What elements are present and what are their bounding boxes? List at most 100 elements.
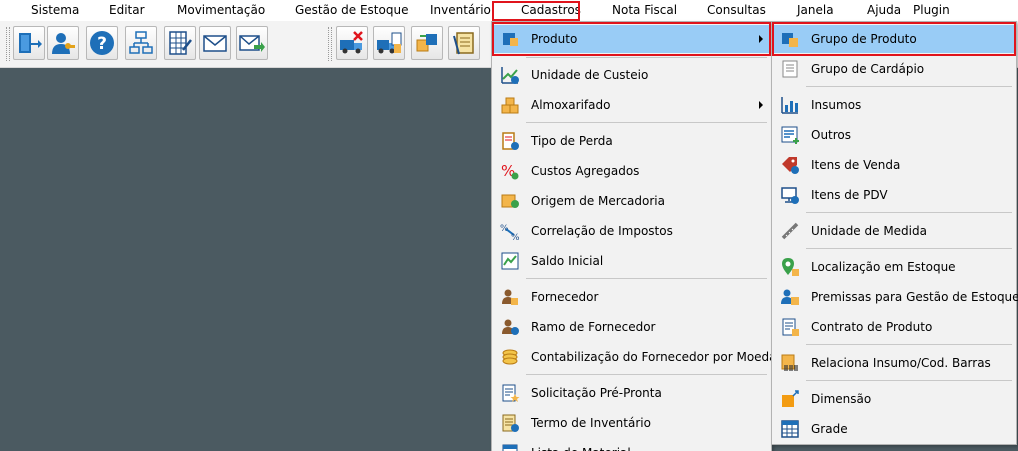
menu-item-saldo-inicial[interactable]: Saldo Inicial bbox=[494, 247, 769, 275]
menu-item-correlacao-de-impostos[interactable]: %% Correlação de Impostos bbox=[494, 217, 769, 245]
svg-text:%: % bbox=[511, 233, 520, 241]
user-key-button[interactable] bbox=[47, 26, 79, 60]
svg-text:?: ? bbox=[97, 34, 107, 54]
submenu-item-grupo-de-cardapio[interactable]: Grupo de Cardápio bbox=[774, 55, 1014, 83]
org-chart-button[interactable] bbox=[125, 26, 157, 60]
tax-correlation-icon: %% bbox=[500, 224, 520, 241]
submenu-item-label: Premissas para Gestão de Estoque bbox=[811, 290, 1018, 304]
menu-sistema[interactable]: Sistema bbox=[31, 0, 79, 21]
truck-cancel-icon bbox=[340, 31, 363, 54]
submenu-item-itens-de-pdv[interactable]: Itens de PDV bbox=[774, 181, 1014, 209]
menu-item-contabilizacao-fornecedor-moeda[interactable]: Contabilização do Fornecedor por Moeda bbox=[494, 343, 777, 371]
menu-item-custos-agregados[interactable]: % Custos Agregados bbox=[494, 157, 769, 185]
supplier-branch-icon bbox=[502, 319, 519, 335]
supplier-icon bbox=[502, 289, 518, 305]
inventory-term-icon bbox=[502, 414, 519, 432]
exit-button[interactable] bbox=[13, 26, 45, 60]
menu-item-tipo-de-perda[interactable]: Tipo de Perda bbox=[494, 127, 769, 155]
request-doc-icon bbox=[502, 384, 520, 402]
transfer-box-button[interactable] bbox=[411, 26, 443, 60]
menu-item-ramo-de-fornecedor[interactable]: Ramo de Fornecedor bbox=[494, 313, 769, 341]
menu-item-produto[interactable]: Produto bbox=[494, 25, 769, 53]
menu-item-unidade-de-custeio[interactable]: Unidade de Custeio bbox=[494, 61, 769, 89]
submenu-item-unidade-de-medida[interactable]: Unidade de Medida bbox=[774, 217, 1014, 245]
submenu-item-label: Unidade de Medida bbox=[811, 224, 927, 238]
toolbar-grip-2[interactable] bbox=[328, 27, 332, 61]
submenu-item-premissas-gestao-estoque[interactable]: Premissas para Gestão de Estoque bbox=[774, 283, 1018, 311]
menu-editar[interactable]: Editar bbox=[109, 0, 145, 21]
exit-icon bbox=[19, 33, 42, 53]
submenu-item-insumos[interactable]: Insumos bbox=[774, 91, 1014, 119]
menu-ajuda[interactable]: Ajuda bbox=[867, 0, 901, 21]
truck-cancel-button[interactable] bbox=[336, 26, 368, 60]
menu-plugin[interactable]: Plugin bbox=[913, 0, 950, 21]
envelope-button[interactable] bbox=[199, 26, 231, 60]
help-button[interactable]: ? bbox=[86, 26, 118, 60]
envelope-send-button[interactable] bbox=[236, 26, 268, 60]
org-chart-icon bbox=[129, 31, 153, 54]
submenu-item-label: Grupo de Produto bbox=[811, 32, 917, 46]
menu-gestao-de-estoque[interactable]: Gestão de Estoque bbox=[295, 0, 408, 21]
menu-item-label: Tipo de Perda bbox=[531, 134, 613, 148]
menu-item-label: Custos Agregados bbox=[531, 164, 640, 178]
menu-separator bbox=[806, 212, 1012, 213]
submenu-item-grade[interactable]: Grade bbox=[774, 415, 1014, 443]
contract-doc-icon bbox=[782, 318, 799, 336]
others-list-icon bbox=[781, 126, 799, 144]
submenu-item-itens-de-venda[interactable]: Itens de Venda bbox=[774, 151, 1014, 179]
spreadsheet-button[interactable] bbox=[164, 26, 196, 60]
submenu-arrow-icon bbox=[759, 101, 763, 109]
warehouse-boxes-icon bbox=[501, 97, 519, 114]
product-box-icon bbox=[503, 33, 518, 46]
transfer-box-icon bbox=[416, 34, 437, 52]
menu-separator bbox=[806, 86, 1012, 87]
submenu-item-label: Localização em Estoque bbox=[811, 260, 956, 274]
menu-item-almoxarifado[interactable]: Almoxarifado bbox=[494, 91, 769, 119]
menu-item-label: Contabilização do Fornecedor por Moeda bbox=[531, 350, 777, 364]
menu-separator bbox=[806, 248, 1012, 249]
menu-item-termo-de-inventario[interactable]: Termo de Inventário bbox=[494, 409, 769, 437]
menu-item-fornecedor[interactable]: Fornecedor bbox=[494, 283, 769, 311]
menu-bar: Sistema Editar Movimentação Gestão de Es… bbox=[0, 0, 1018, 21]
supplies-chart-icon bbox=[781, 97, 798, 114]
submenu-item-relaciona-insumo-cod-barras[interactable]: Relaciona Insumo/Cod. Barras bbox=[774, 349, 1014, 377]
origin-box-icon bbox=[501, 194, 519, 208]
submenu-item-outros[interactable]: Outros bbox=[774, 121, 1014, 149]
menu-movimentacao[interactable]: Movimentação bbox=[177, 0, 265, 21]
menu-consultas[interactable]: Consultas bbox=[707, 0, 766, 21]
menu-item-label: Ramo de Fornecedor bbox=[531, 320, 656, 334]
menu-separator bbox=[526, 374, 767, 375]
menu-item-label: Lista de Material bbox=[531, 439, 631, 451]
truck-document-button[interactable] bbox=[373, 26, 405, 60]
submenu-item-localizacao-em-estoque[interactable]: Localização em Estoque bbox=[774, 253, 1014, 281]
coins-icon bbox=[502, 349, 518, 365]
submenu-item-label: Outros bbox=[811, 128, 852, 142]
stock-premises-icon bbox=[781, 289, 799, 305]
menu-nota-fiscal[interactable]: Nota Fiscal bbox=[612, 0, 677, 21]
produto-submenu: Grupo de Produto Grupo de Cardápio Insum… bbox=[771, 21, 1018, 445]
menu-separator bbox=[806, 344, 1012, 345]
menu-separator bbox=[526, 122, 767, 123]
menu-inventario[interactable]: Inventário bbox=[430, 0, 491, 21]
submenu-item-dimensao[interactable]: Dimensão bbox=[774, 385, 1014, 413]
submenu-item-grupo-de-produto[interactable]: Grupo de Produto bbox=[774, 25, 1014, 53]
submenu-item-label: Insumos bbox=[811, 98, 862, 112]
percent-icon: % bbox=[501, 162, 519, 180]
location-pin-icon bbox=[782, 258, 799, 276]
submenu-item-contrato-de-produto[interactable]: Contrato de Produto bbox=[774, 313, 1014, 341]
menu-item-solicitacao-pre-pronta[interactable]: Solicitação Pré-Pronta bbox=[494, 379, 769, 407]
menu-item-origem-de-mercadoria[interactable]: Origem de Mercadoria bbox=[494, 187, 769, 215]
menu-item-label: Solicitação Pré-Pronta bbox=[531, 386, 662, 400]
clipboard-button[interactable] bbox=[448, 26, 480, 60]
menu-item-label: Fornecedor bbox=[531, 290, 599, 304]
envelope-icon bbox=[203, 35, 227, 52]
clipboard-icon bbox=[453, 32, 474, 55]
spreadsheet-icon bbox=[169, 31, 192, 55]
ruler-icon bbox=[781, 222, 799, 240]
toolbar-grip[interactable] bbox=[6, 27, 10, 61]
menu-janela[interactable]: Janela bbox=[797, 0, 834, 21]
submenu-item-label: Grade bbox=[811, 422, 848, 436]
menu-item-lista-de-material[interactable]: Lista de Material bbox=[494, 439, 769, 451]
menu-separator bbox=[806, 380, 1012, 381]
menu-group-icon bbox=[782, 60, 798, 78]
